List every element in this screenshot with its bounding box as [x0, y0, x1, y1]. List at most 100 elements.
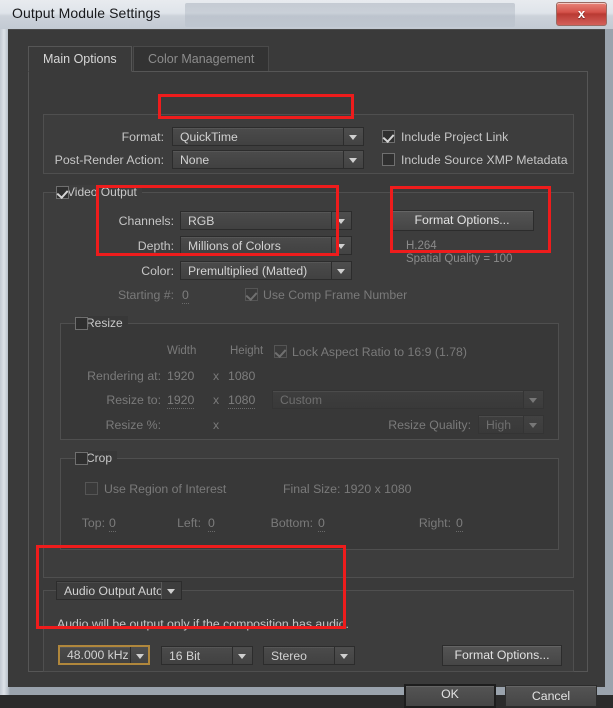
audio-format-options-label: Format Options... [454, 648, 550, 662]
resize-percent-multiply-sign: x [213, 418, 220, 432]
resize-group-label-text: Resize [86, 316, 123, 330]
crop-left-label: Left: [177, 516, 201, 530]
resize-percent-label: Resize %: [105, 418, 161, 432]
format-label: Format: [121, 130, 164, 144]
include-project-link-checkbox[interactable] [382, 130, 395, 143]
resize-checkbox[interactable] [75, 317, 88, 330]
format-group: Format: QuickTime Include Project Link P… [43, 114, 574, 174]
include-project-link-label: Include Project Link [401, 130, 509, 144]
starting-number-label: Starting #: [117, 288, 174, 302]
resize-height-value[interactable]: 1080 [228, 393, 256, 409]
resize-to-label: Resize to: [106, 393, 161, 407]
crop-checkbox[interactable] [75, 452, 88, 465]
audio-bit-depth-value: 16 Bit [169, 649, 201, 663]
chevron-down-icon [232, 647, 252, 664]
audio-bit-depth-dropdown[interactable]: 16 Bit [161, 646, 253, 665]
lock-aspect-ratio-checkbox[interactable] [274, 345, 287, 358]
audio-channels-value: Stereo [271, 649, 307, 663]
use-region-of-interest-checkbox[interactable] [85, 482, 98, 495]
chevron-down-icon [331, 212, 351, 229]
resize-quality-dropdown[interactable]: High [478, 415, 544, 434]
resize-preset-value: Custom [280, 393, 322, 407]
crop-top-value[interactable]: 0 [109, 516, 116, 532]
crop-right-label: Right: [418, 516, 451, 530]
include-xmp-checkbox[interactable] [382, 153, 395, 166]
rendering-at-label: Rendering at: [87, 369, 161, 383]
title-bar: Output Module Settings x [0, 0, 613, 29]
output-module-settings-window: Output Module Settings x Main Options Co… [0, 0, 613, 708]
codec-spatial-quality: Spatial Quality = 100 [406, 253, 513, 265]
crop-top-label: Top: [81, 516, 105, 530]
color-label: Color: [141, 264, 174, 278]
close-button[interactable]: x [556, 2, 607, 26]
chevron-down-icon [523, 391, 543, 408]
audio-output-mode-dropdown[interactable]: Audio Output Auto [56, 581, 182, 600]
audio-note: Audio will be output only if the composi… [57, 617, 349, 631]
chevron-down-icon [343, 128, 363, 145]
channels-dropdown[interactable]: RGB [180, 211, 352, 230]
chevron-down-icon [130, 647, 148, 663]
depth-dropdown[interactable]: Millions of Colors [180, 236, 352, 255]
post-render-action-value: None [180, 153, 210, 167]
chevron-down-icon [523, 416, 543, 433]
video-format-options-button[interactable]: Format Options... [390, 210, 534, 231]
use-comp-frame-number-checkbox[interactable] [245, 288, 258, 301]
main-options-panel: Format: QuickTime Include Project Link P… [28, 72, 588, 672]
starting-number-value[interactable]: 0 [182, 288, 189, 304]
channels-value: RGB [188, 214, 215, 228]
depth-label: Depth: [137, 239, 174, 253]
lock-aspect-ratio-label: Lock Aspect Ratio to 16:9 (1.78) [292, 345, 467, 359]
rendering-multiply-sign: x [213, 369, 220, 383]
crop-bottom-label: Bottom: [270, 516, 313, 530]
dialog-body: Main Options Color Management Format: Qu… [8, 29, 605, 708]
chevron-down-icon [161, 582, 181, 599]
tab-main-options[interactable]: Main Options [28, 46, 132, 72]
resize-multiply-sign: x [213, 393, 220, 407]
color-dropdown[interactable]: Premultiplied (Matted) [180, 261, 352, 280]
depth-value: Millions of Colors [188, 239, 281, 253]
audio-sample-rate-value: 48.000 kHz [67, 648, 129, 662]
crop-group-label-text: Crop [86, 451, 113, 465]
audio-output-mode-value: Audio Output Auto [64, 584, 163, 598]
chevron-down-icon [331, 262, 351, 279]
format-dropdown[interactable]: QuickTime [172, 127, 364, 146]
rendering-height-value: 1080 [228, 369, 256, 383]
video-output-group-label: Video Output [62, 185, 142, 199]
use-comp-frame-number-label: Use Comp Frame Number [263, 288, 408, 302]
audio-format-options-button[interactable]: Format Options... [442, 645, 562, 666]
audio-channels-dropdown[interactable]: Stereo [263, 646, 355, 665]
chevron-down-icon [343, 151, 363, 168]
cancel-button[interactable]: Cancel [505, 685, 597, 707]
final-size-label: Final Size: 1920 x 1080 [283, 482, 412, 496]
ok-button-label: OK [441, 687, 459, 701]
chevron-down-icon [334, 647, 354, 664]
window-title: Output Module Settings [12, 5, 161, 21]
resize-quality-label: Resize Quality: [388, 418, 471, 432]
rendering-width-value: 1920 [167, 369, 195, 383]
resize-group-label: Resize [81, 316, 128, 330]
resize-group: Resize Width Height Lock Aspect Ratio to… [60, 316, 559, 440]
ok-button[interactable]: OK [404, 684, 496, 708]
channels-label: Channels: [118, 214, 174, 228]
crop-right-value[interactable]: 0 [456, 516, 463, 532]
title-bar-glass [185, 3, 515, 27]
post-render-action-dropdown[interactable]: None [172, 150, 364, 169]
format-value: QuickTime [180, 130, 238, 144]
resize-preset-dropdown[interactable]: Custom [272, 390, 544, 409]
codec-name: H.264 [406, 240, 437, 252]
use-region-of-interest-label: Use Region of Interest [104, 482, 227, 496]
audio-sample-rate-dropdown[interactable]: 48.000 kHz [58, 645, 150, 665]
resize-width-value[interactable]: 1920 [167, 393, 195, 409]
video-output-group-label-text: Video Output [67, 185, 137, 199]
video-output-checkbox[interactable] [56, 186, 69, 199]
color-value: Premultiplied (Matted) [188, 264, 308, 278]
resize-height-header: Height [230, 345, 264, 357]
crop-group: Crop Use Region of Interest Final Size: … [60, 451, 559, 550]
crop-left-value[interactable]: 0 [208, 516, 215, 532]
video-output-group: Video Output Channels: RGB Depth: Millio… [43, 185, 574, 578]
chevron-down-icon [331, 237, 351, 254]
resize-quality-value: High [486, 418, 512, 432]
tab-color-management[interactable]: Color Management [133, 46, 270, 72]
cancel-button-label: Cancel [531, 689, 571, 703]
crop-bottom-value[interactable]: 0 [318, 516, 325, 532]
